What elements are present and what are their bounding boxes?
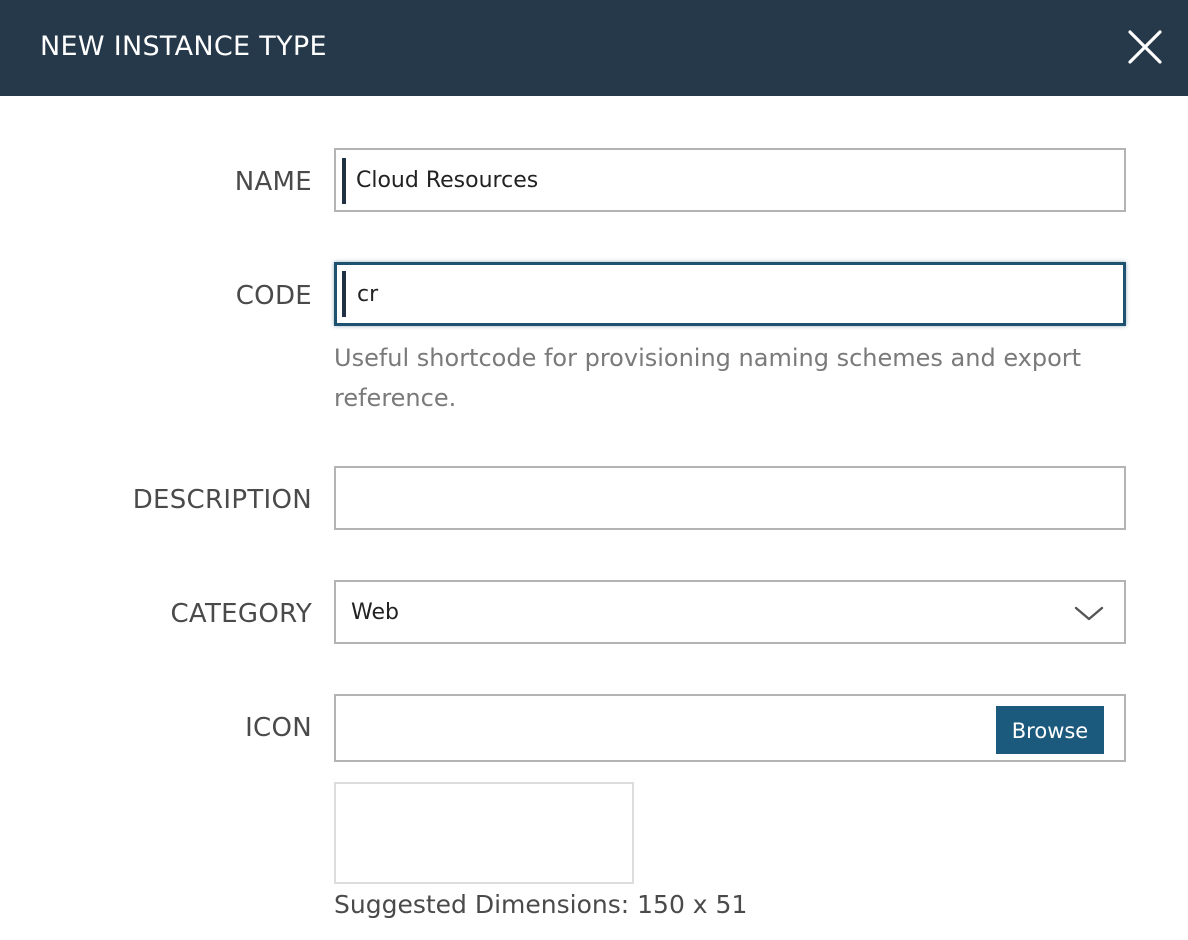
code-help-text: Useful shortcode for provisioning naming…: [334, 344, 1082, 412]
chevron-down-icon: [1074, 606, 1104, 621]
name-input[interactable]: [336, 150, 1124, 210]
description-input[interactable]: [336, 468, 1124, 528]
code-input[interactable]: [337, 265, 1123, 323]
name-label: NAME: [234, 167, 312, 197]
dialog-title: NEW INSTANCE TYPE: [40, 31, 327, 62]
description-field[interactable]: [334, 466, 1126, 530]
description-label: DESCRIPTION: [132, 485, 312, 515]
icon-label: ICON: [245, 713, 312, 743]
code-field[interactable]: [334, 262, 1126, 326]
suggested-dimensions: Suggested Dimensions: 150 x 51: [334, 890, 748, 919]
close-button[interactable]: [1125, 27, 1165, 67]
category-selected-value: Web: [351, 600, 399, 625]
close-icon: [1128, 30, 1162, 64]
icon-preview: [334, 782, 634, 884]
category-select[interactable]: Web: [334, 580, 1126, 644]
browse-button[interactable]: Browse: [996, 706, 1104, 754]
icon-file-field[interactable]: Browse: [334, 694, 1126, 762]
code-label: CODE: [235, 281, 312, 311]
name-field[interactable]: [334, 148, 1126, 212]
dialog-header: NEW INSTANCE TYPE: [0, 0, 1188, 96]
category-label: CATEGORY: [170, 599, 312, 629]
